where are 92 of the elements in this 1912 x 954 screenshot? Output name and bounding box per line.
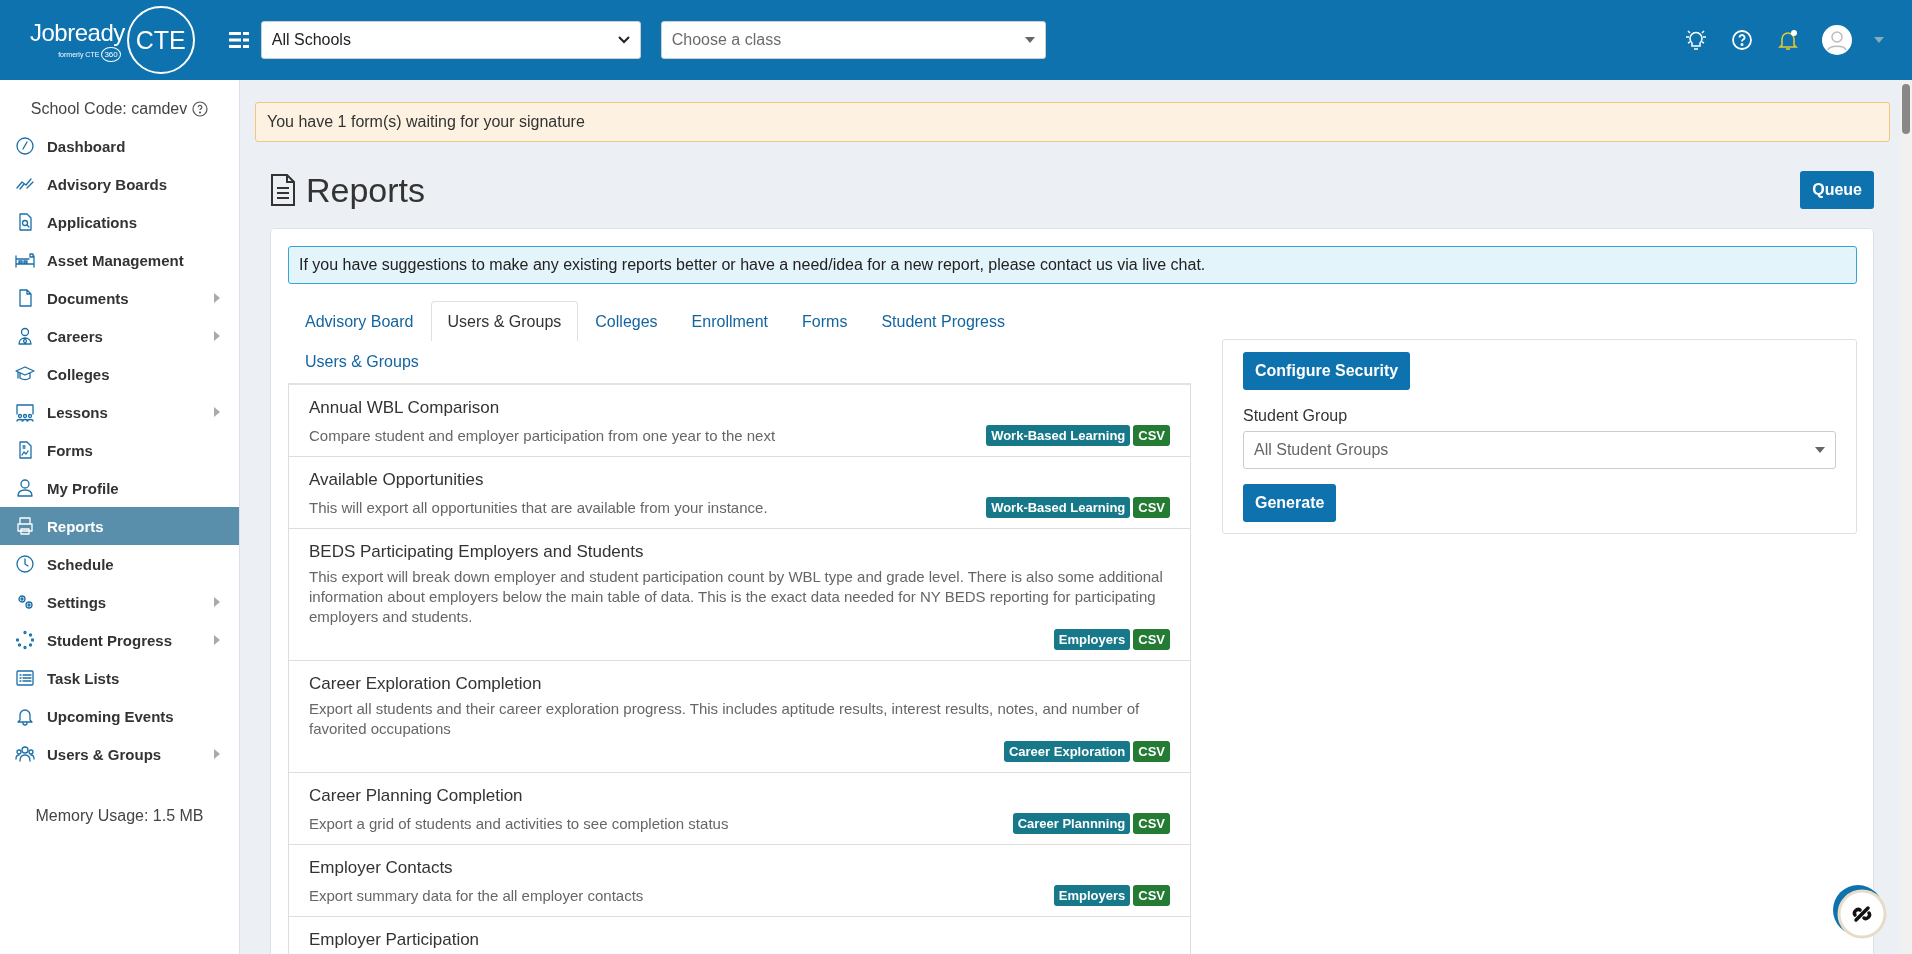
clock-icon [15, 554, 35, 574]
sidebar-item[interactable]: Forms [0, 431, 239, 469]
caret-icon [1024, 37, 1035, 43]
person-icon [15, 478, 35, 498]
category-tag: Career Exploration [1003, 741, 1131, 762]
chat-icon[interactable] [1832, 884, 1888, 940]
class-select[interactable]: Choose a class [660, 21, 1046, 59]
gears-icon [15, 592, 35, 612]
help-icon[interactable] [1730, 28, 1754, 52]
school-code: School Code: camdev [30, 100, 188, 118]
sidebar-item[interactable]: Lessons [0, 393, 239, 431]
report-description: Export a grid of students and activities to see completion status [309, 814, 729, 834]
format-tag: CSV [1133, 497, 1170, 518]
signature-alert: You have 1 form(s) waiting for your signature [255, 102, 1890, 142]
generate-button[interactable]: Generate [1243, 484, 1337, 522]
report-item[interactable]: Career Planning Completion Export a grid of students and activities to see completion status Career Plannning CSV [289, 773, 1190, 845]
sidebar-item[interactable]: Colleges [0, 355, 239, 393]
list-icon [15, 668, 35, 688]
report-title: BEDS Participating Employers and Students [309, 542, 645, 562]
sidebar-item[interactable]: Careers [0, 317, 239, 355]
report-item[interactable]: Available Opportunities This will export all opportunities that are available from your instance. Work-Based Learning CSV [289, 457, 1190, 529]
format-tag: CSV [1133, 813, 1170, 834]
tab[interactable]: Forms [785, 301, 865, 341]
sidebar-item[interactable]: Reports [0, 507, 239, 545]
page-title: Reports [306, 170, 426, 210]
classroom-icon [15, 402, 35, 422]
category-tag: Career Plannning [1012, 813, 1131, 834]
report-item[interactable]: Annual WBL Comparison Compare student and employer participation from one year to the next Work-Based Learning CSV [289, 385, 1190, 457]
format-tag: CSV [1133, 425, 1170, 446]
format-tag: CSV [1133, 629, 1170, 650]
sidebar-item[interactable]: Asset Management [0, 241, 239, 279]
memory-usage: Memory Usage: 1.5 MB [34, 807, 205, 825]
field-label: Student Group [1243, 407, 1348, 425]
avatar-icon[interactable] [1822, 25, 1852, 55]
dotted-circle-icon [15, 630, 35, 650]
worker-icon [15, 326, 35, 346]
configure-security-button[interactable]: Configure Security [1243, 352, 1411, 390]
report-description: Export all students and their career exploration progress. This includes aptitude results, interest results, notes, and number of favorited occupations [309, 699, 1141, 739]
shelf-icon [15, 250, 35, 270]
tab[interactable]: Users & Groups [288, 341, 436, 381]
report-description: Export summary data for the all employer contacts [309, 886, 644, 906]
caret-icon [1815, 447, 1825, 453]
tab[interactable]: Colleges [578, 301, 675, 341]
sidebar-item[interactable]: Upcoming Events [0, 697, 239, 735]
format-tag: CSV [1133, 885, 1170, 906]
report-item[interactable]: Employer Contacts Export summary data for the all employer contacts Employers CSV [289, 845, 1190, 917]
report-description: This export will break down employer and student participation count by WBL type and grade level. There is also some additional information about employers below the main table of data. This is the exact data needed for NY BEDS reporting for participating employers and students. [309, 567, 1164, 627]
sidebar-item[interactable]: My Profile [0, 469, 239, 507]
sidebar-item[interactable]: Users & Groups [0, 735, 239, 773]
sidebar-item[interactable]: Schedule [0, 545, 239, 583]
tab[interactable]: Advisory Board [288, 301, 431, 341]
logo-circle: CTE [126, 6, 195, 74]
sidebar-item[interactable]: Dashboard [0, 127, 239, 165]
sidebar-item[interactable]: Student Progress [0, 621, 239, 659]
sidebar-item[interactable]: Applications [0, 203, 239, 241]
menu-icon[interactable] [228, 31, 251, 49]
bell-icon [15, 706, 35, 726]
report-title: Employer Participation [309, 930, 481, 950]
scrollbar[interactable] [1900, 80, 1912, 954]
printer-icon [15, 516, 35, 536]
help-icon[interactable] [192, 101, 209, 117]
report-title: Available Opportunities [309, 470, 485, 490]
category-tag: Employers [1053, 629, 1131, 650]
sidebar-item[interactable]: Advisory Boards [0, 165, 239, 203]
logo-name: Jobready [30, 18, 125, 47]
sidebar-item[interactable]: Task Lists [0, 659, 239, 697]
report-description: Compare student and employer participation from one year to the next [309, 426, 776, 446]
student-group-select[interactable]: All Student Groups [1243, 431, 1836, 469]
document-icon [270, 173, 296, 207]
report-title: Annual WBL Comparison [309, 398, 501, 418]
format-tag: CSV [1133, 741, 1170, 762]
tab[interactable]: Users & Groups [430, 301, 579, 341]
category-tag: Work-Based Learning [986, 425, 1131, 446]
tab[interactable]: Student Progress [864, 301, 1022, 341]
sidebar-item[interactable]: Documents [0, 279, 239, 317]
report-description: This will export all opportunities that are available from your instance. [309, 498, 768, 518]
category-tag: Employers [1053, 885, 1131, 906]
info-message: If you have suggestions to make any existing reports better or have a need/idea for a new report, please contact us via live chat. [288, 246, 1857, 284]
category-tag: Work-Based Learning [986, 497, 1131, 518]
queue-button[interactable]: Queue [1800, 171, 1874, 209]
report-title: Career Planning Completion [309, 786, 524, 806]
group-icon [15, 744, 35, 764]
bell-icon[interactable] [1776, 28, 1800, 52]
report-title: Career Exploration Completion [309, 674, 543, 694]
lightbulb-icon[interactable] [1684, 28, 1708, 52]
report-item[interactable]: Employer Participation [289, 917, 1190, 954]
tab[interactable]: Enrollment [674, 301, 786, 341]
report-title: Employer Contacts [309, 858, 454, 878]
gauge-icon [15, 136, 35, 156]
chevron-icon [617, 36, 630, 44]
school-select[interactable]: All Schools [260, 21, 641, 59]
sidebar-item[interactable]: Settings [0, 583, 239, 621]
